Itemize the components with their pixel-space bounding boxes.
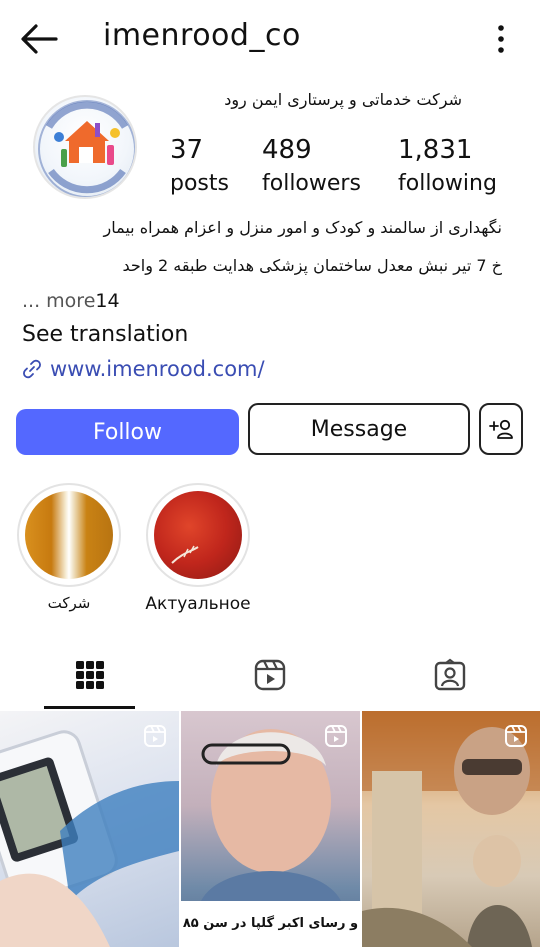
followers-count: 489 bbox=[262, 135, 312, 165]
add-user-icon bbox=[489, 419, 513, 439]
company-logo bbox=[38, 100, 135, 197]
more-number: 14 bbox=[95, 290, 120, 312]
follow-button[interactable]: Follow bbox=[16, 409, 239, 455]
reel-icon bbox=[325, 725, 347, 747]
stat-following[interactable]: 1,831 following bbox=[398, 134, 497, 202]
bio-line: خ 7 تیر نبش معدل ساختمان پزشکی هدایت طبق… bbox=[122, 256, 502, 275]
post-thumbnail[interactable]: و رسای اکبر گلپا در سن ۸۵ سال bbox=[181, 711, 360, 947]
active-tab-indicator bbox=[44, 706, 135, 709]
grid-icon[interactable] bbox=[73, 658, 107, 692]
posts-grid: و رسای اکبر گلپا در سن ۸۵ سال bbox=[0, 711, 540, 947]
tagged-icon[interactable] bbox=[433, 658, 467, 692]
story-highlight[interactable] bbox=[17, 483, 121, 587]
highlight-cover bbox=[25, 491, 113, 579]
post-caption: و رسای اکبر گلپا در سن ۸۵ سال bbox=[181, 901, 360, 947]
followers-label: followers bbox=[262, 171, 361, 196]
link-icon bbox=[23, 359, 41, 379]
story-highlight[interactable] bbox=[146, 483, 250, 587]
highlight-label: شرکت bbox=[47, 594, 91, 612]
posts-count: 37 bbox=[170, 135, 204, 165]
username: imenrood_co bbox=[103, 18, 301, 53]
highlight-label: Актуальное bbox=[145, 594, 251, 614]
posts-label: posts bbox=[170, 171, 229, 196]
more-label: more bbox=[46, 290, 96, 312]
message-button[interactable]: Message bbox=[248, 403, 470, 455]
post-thumbnail[interactable] bbox=[0, 711, 179, 947]
arrow-left-icon[interactable] bbox=[20, 22, 58, 56]
profile-tabs bbox=[0, 648, 540, 710]
post-thumbnail[interactable] bbox=[362, 711, 540, 947]
leaf-icon bbox=[171, 545, 199, 564]
more-dots: ... bbox=[22, 290, 41, 312]
stat-followers[interactable]: 489 followers bbox=[262, 134, 361, 202]
bio-line: نگهداری از سالمند و کودک و امور منزل و ا… bbox=[103, 218, 502, 237]
highlight-cover bbox=[154, 491, 242, 579]
suggest-users-button[interactable] bbox=[479, 403, 523, 455]
full-name: شرکت خدماتی و پرستاری ایمن رود bbox=[224, 90, 462, 109]
following-count: 1,831 bbox=[398, 135, 473, 165]
avatar[interactable] bbox=[33, 95, 137, 199]
profile-header: imenrood_co bbox=[0, 0, 540, 80]
more-button[interactable]: ... more14 bbox=[22, 290, 120, 312]
reel-icon bbox=[144, 725, 166, 747]
website-url: www.imenrood.com/ bbox=[50, 357, 265, 381]
see-translation-link[interactable]: See translation bbox=[22, 322, 188, 347]
kebab-icon[interactable] bbox=[496, 24, 506, 54]
website-link[interactable]: www.imenrood.com/ bbox=[22, 357, 265, 381]
reel-icon bbox=[505, 725, 527, 747]
following-label: following bbox=[398, 171, 497, 196]
reels-icon[interactable] bbox=[253, 658, 287, 692]
stat-posts[interactable]: 37 posts bbox=[170, 134, 229, 202]
